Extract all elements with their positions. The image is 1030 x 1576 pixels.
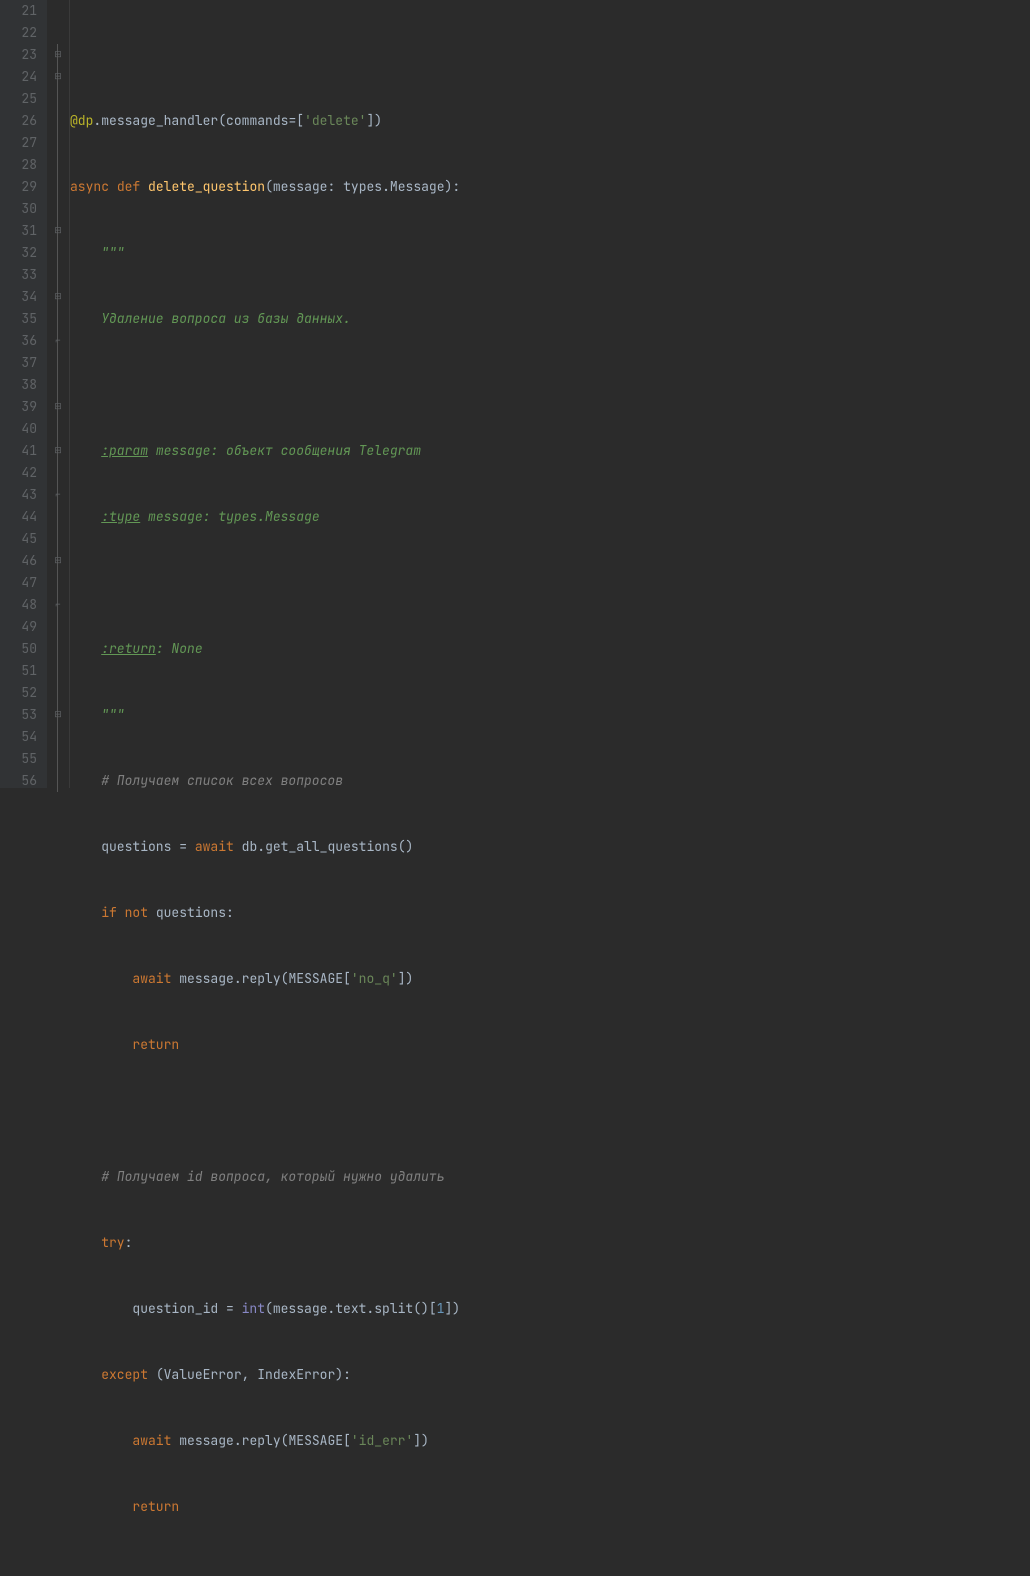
fold-marker-icon[interactable]: ⌐ — [53, 335, 63, 345]
fold-column: ⊟ ⊟ ⊟ ⊟ ⌐ ⊟ ⊟ ⌐ ⊟ ⌐ ⊟ — [47, 0, 70, 788]
line-number: 51 — [0, 660, 37, 682]
line-number: 23 — [0, 44, 37, 66]
line-number: 32 — [0, 242, 37, 264]
fold-marker-icon[interactable]: ⌐ — [53, 489, 63, 499]
fold-marker-icon[interactable]: ⊟ — [53, 225, 63, 235]
fold-marker-icon[interactable]: ⊟ — [53, 445, 63, 455]
line-number: 48 — [0, 594, 37, 616]
line-number: 46 — [0, 550, 37, 572]
fold-marker-icon[interactable]: ⊟ — [53, 49, 63, 59]
line-number: 39 — [0, 396, 37, 418]
line-number: 55 — [0, 748, 37, 770]
line-number: 28 — [0, 154, 37, 176]
line-number: 43 — [0, 484, 37, 506]
line-number: 36 — [0, 330, 37, 352]
comment: # Получаем список всех вопросов — [101, 772, 343, 789]
line-number: 56 — [0, 770, 37, 792]
line-number: 44 — [0, 506, 37, 528]
fold-marker-icon[interactable]: ⌐ — [53, 599, 63, 609]
line-number: 33 — [0, 264, 37, 286]
line-number: 26 — [0, 110, 37, 132]
line-number: 54 — [0, 726, 37, 748]
line-number: 24 — [0, 66, 37, 88]
line-number: 42 — [0, 462, 37, 484]
function-name: delete_question — [148, 178, 265, 195]
fold-marker-icon[interactable]: ⊟ — [53, 709, 63, 719]
fold-marker-icon[interactable]: ⊟ — [53, 555, 63, 565]
line-number: 31 — [0, 220, 37, 242]
line-number: 45 — [0, 528, 37, 550]
line-number: 41 — [0, 440, 37, 462]
line-number: 34 — [0, 286, 37, 308]
line-number: 52 — [0, 682, 37, 704]
line-number: 47 — [0, 572, 37, 594]
code-editor[interactable]: 2122232425262728293031323334353637383940… — [0, 0, 1030, 788]
line-number: 25 — [0, 88, 37, 110]
comment: # Получаем id вопроса, который нужно уда… — [101, 1168, 444, 1185]
line-number-gutter: 2122232425262728293031323334353637383940… — [0, 0, 47, 788]
decorator: @dp — [70, 112, 93, 129]
line-number: 29 — [0, 176, 37, 198]
fold-marker-icon[interactable]: ⊟ — [53, 401, 63, 411]
line-number: 38 — [0, 374, 37, 396]
line-number: 40 — [0, 418, 37, 440]
line-number: 53 — [0, 704, 37, 726]
line-number: 37 — [0, 352, 37, 374]
fold-marker-icon[interactable]: ⊟ — [53, 71, 63, 81]
code-area[interactable]: @dp.message_handler(commands=['delete'])… — [70, 0, 1030, 788]
line-number: 49 — [0, 616, 37, 638]
fold-marker-icon[interactable]: ⊟ — [53, 291, 63, 301]
line-number: 50 — [0, 638, 37, 660]
line-number: 30 — [0, 198, 37, 220]
line-number: 22 — [0, 22, 37, 44]
line-number: 35 — [0, 308, 37, 330]
line-number: 21 — [0, 0, 37, 22]
line-number: 27 — [0, 132, 37, 154]
